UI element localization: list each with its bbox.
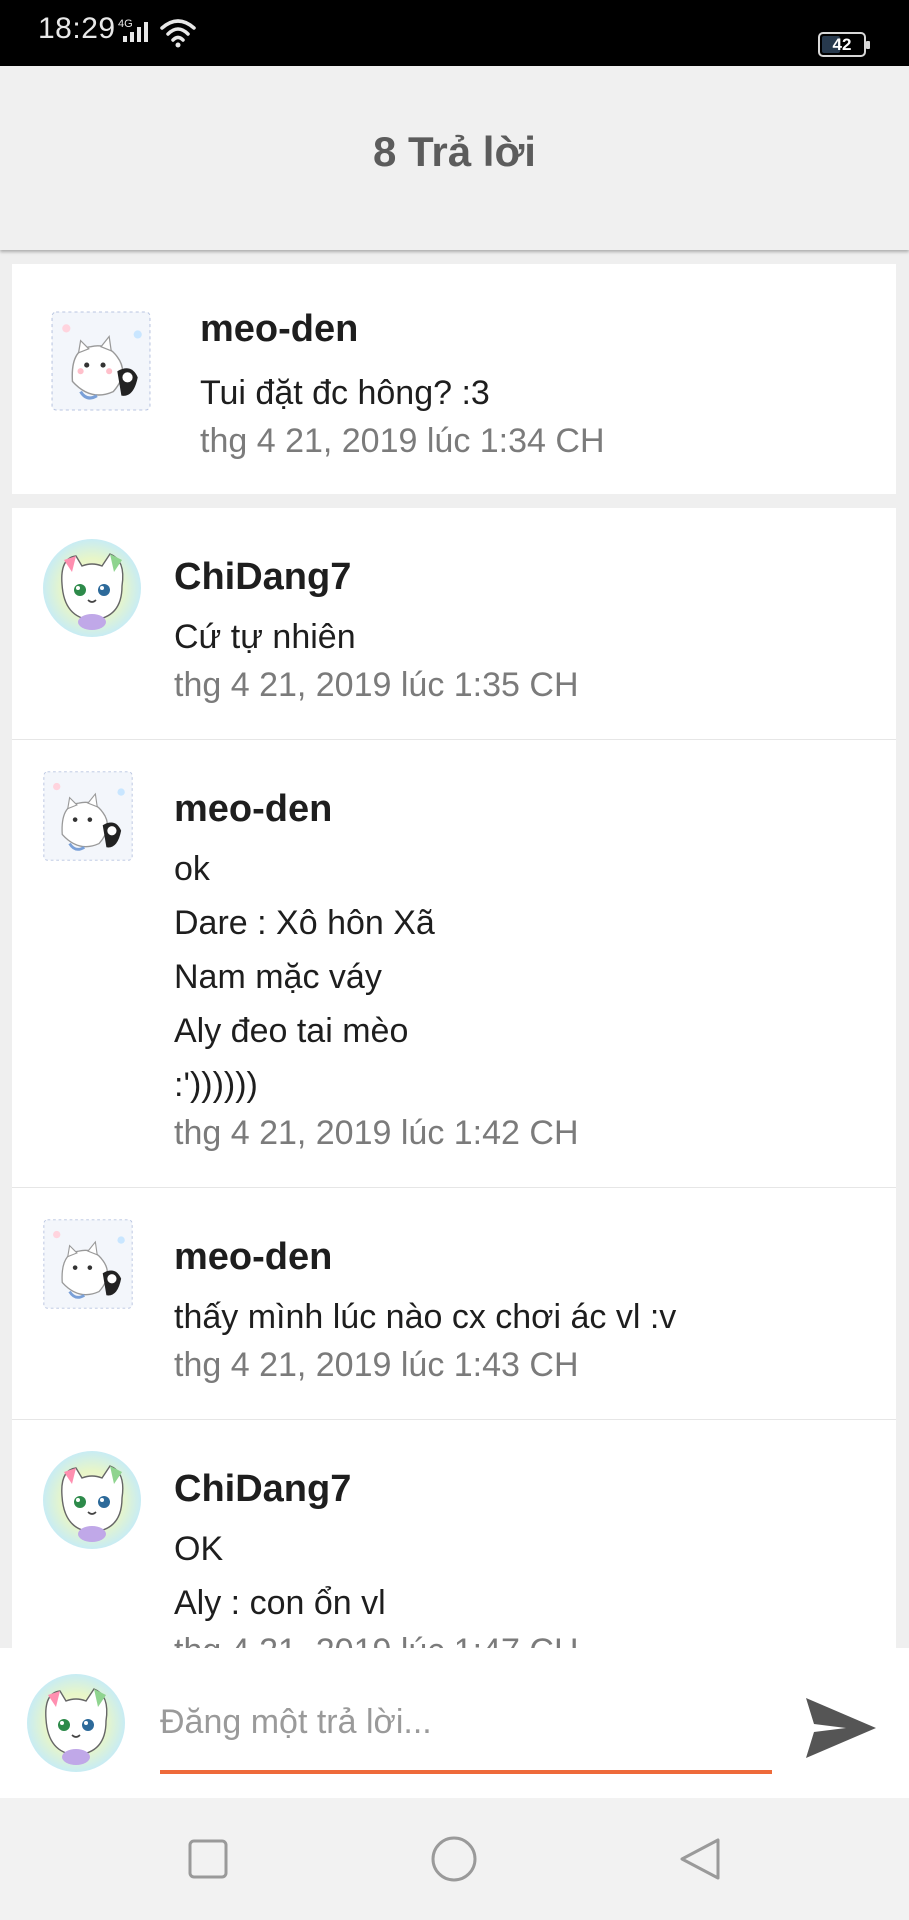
reply-timestamp: thg 4 21, 2019 lúc 1:42 CH (174, 1114, 579, 1152)
replies-list: ChiDang7 Cứ tự nhiên thg 4 21, 2019 lúc … (12, 508, 896, 1648)
reply-timestamp: thg 4 21, 2019 lúc 1:35 CH (174, 666, 579, 704)
reply-item: meo-den ok Dare : Xô hôn Xã Nam mặc váy … (12, 740, 896, 1188)
app-bar: 8 Trả lời (0, 66, 909, 250)
battery-icon: 42 (818, 32, 870, 57)
wifi-icon (160, 19, 196, 48)
reply-composer (0, 1648, 909, 1798)
comment-text: Tui đặt đc hông? :3 (200, 374, 490, 412)
parent-comment: meo-den Tui đặt đc hông? :3 thg 4 21, 20… (12, 264, 896, 494)
reply-item: ChiDang7 Cứ tự nhiên thg 4 21, 2019 lúc … (12, 508, 896, 740)
battery-level: 42 (832, 35, 852, 54)
reply-text: :')))))) (174, 1066, 258, 1104)
reply-text: Nam mặc váy (174, 958, 382, 996)
reply-item: meo-den thấy mình lúc nào cx chơi ác vl … (12, 1188, 896, 1420)
network-type-label: 4G (118, 18, 133, 30)
home-icon[interactable] (394, 1798, 514, 1920)
reply-text: Aly đeo tai mèo (174, 1012, 409, 1050)
back-icon[interactable] (640, 1798, 760, 1920)
reply-text: thấy mình lúc nào cx chơi ác vl :v (174, 1298, 677, 1336)
signal-icon: 4G (118, 18, 148, 42)
avatar[interactable] (42, 1450, 142, 1550)
send-icon[interactable] (800, 1688, 880, 1768)
page-title: 8 Trả lời (373, 128, 536, 175)
comment-author[interactable]: meo-den (200, 308, 358, 351)
system-nav-bar (0, 1798, 909, 1920)
avatar[interactable] (42, 770, 134, 862)
reply-item: ChiDang7 OK Aly : con ổn vl thg 4 21, 20… (12, 1420, 896, 1648)
input-underline (160, 1770, 772, 1774)
avatar[interactable] (26, 1673, 126, 1773)
reply-text: Dare : Xô hôn Xã (174, 904, 435, 942)
reply-author[interactable]: meo-den (174, 788, 332, 831)
status-time: 18:29 (38, 12, 116, 45)
reply-author[interactable]: ChiDang7 (174, 556, 351, 599)
reply-author[interactable]: meo-den (174, 1236, 332, 1279)
avatar[interactable] (42, 1218, 134, 1310)
reply-text: OK (174, 1530, 224, 1568)
avatar[interactable] (42, 538, 142, 638)
reply-text: Cứ tự nhiên (174, 618, 356, 656)
status-bar: 18:29 4G 42 (0, 0, 909, 66)
comment-timestamp: thg 4 21, 2019 lúc 1:34 CH (200, 422, 605, 460)
reply-input[interactable] (160, 1692, 772, 1752)
avatar[interactable] (50, 310, 152, 412)
reply-author[interactable]: ChiDang7 (174, 1468, 351, 1511)
reply-timestamp: thg 4 21, 2019 lúc 1:47 CH (174, 1632, 579, 1648)
reply-text: Aly : con ổn vl (174, 1584, 386, 1622)
reply-timestamp: thg 4 21, 2019 lúc 1:43 CH (174, 1346, 579, 1384)
reply-thread[interactable]: meo-den Tui đặt đc hông? :3 thg 4 21, 20… (0, 250, 909, 1648)
reply-text: ok (174, 850, 210, 888)
recent-apps-icon[interactable] (148, 1798, 268, 1920)
